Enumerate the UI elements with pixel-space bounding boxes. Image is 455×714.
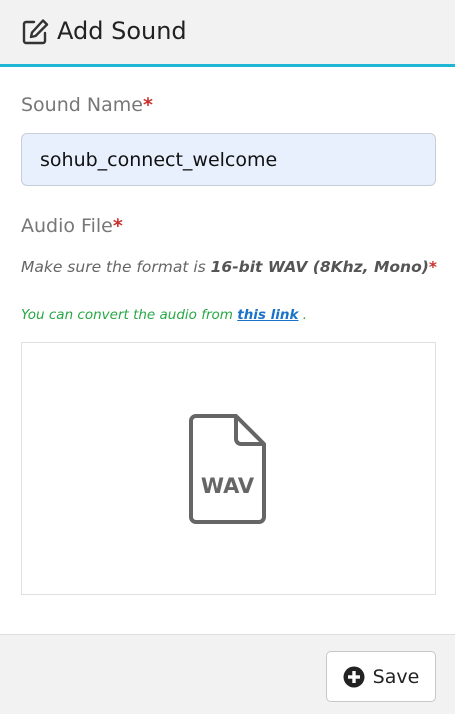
audio-file-label-text: Audio File (21, 215, 113, 237)
save-button-label: Save (372, 665, 420, 688)
format-hint-prefix: Make sure the format is (21, 258, 211, 276)
format-hint-value: 16-bit WAV (8Khz, Mono) (210, 258, 429, 276)
sound-name-label: Sound Name* (21, 92, 153, 118)
convert-hint-suffix: . (298, 307, 308, 323)
sound-name-label-text: Sound Name (21, 94, 143, 116)
wav-file-icon: WAV (188, 413, 268, 525)
plus-circle-icon (343, 666, 365, 688)
format-hint: Make sure the format is 16-bit WAV (8Khz… (21, 258, 437, 276)
edit-icon (20, 17, 50, 47)
audio-file-label: Audio File* (21, 213, 123, 239)
save-button[interactable]: Save (326, 651, 436, 702)
required-mark: * (142, 94, 153, 116)
required-mark: * (428, 258, 437, 276)
modal-title: Add Sound (57, 17, 187, 45)
required-mark: * (112, 215, 123, 237)
audio-dropzone[interactable]: WAV (21, 342, 436, 595)
convert-hint: You can convert the audio from this link… (21, 307, 307, 323)
convert-link[interactable]: this link (237, 307, 298, 323)
convert-hint-prefix: You can convert the audio from (21, 307, 238, 323)
sound-name-input[interactable] (21, 133, 436, 186)
modal-footer: Save (0, 634, 455, 714)
wav-file-label: WAV (201, 474, 255, 498)
modal-header: Add Sound (0, 0, 455, 67)
